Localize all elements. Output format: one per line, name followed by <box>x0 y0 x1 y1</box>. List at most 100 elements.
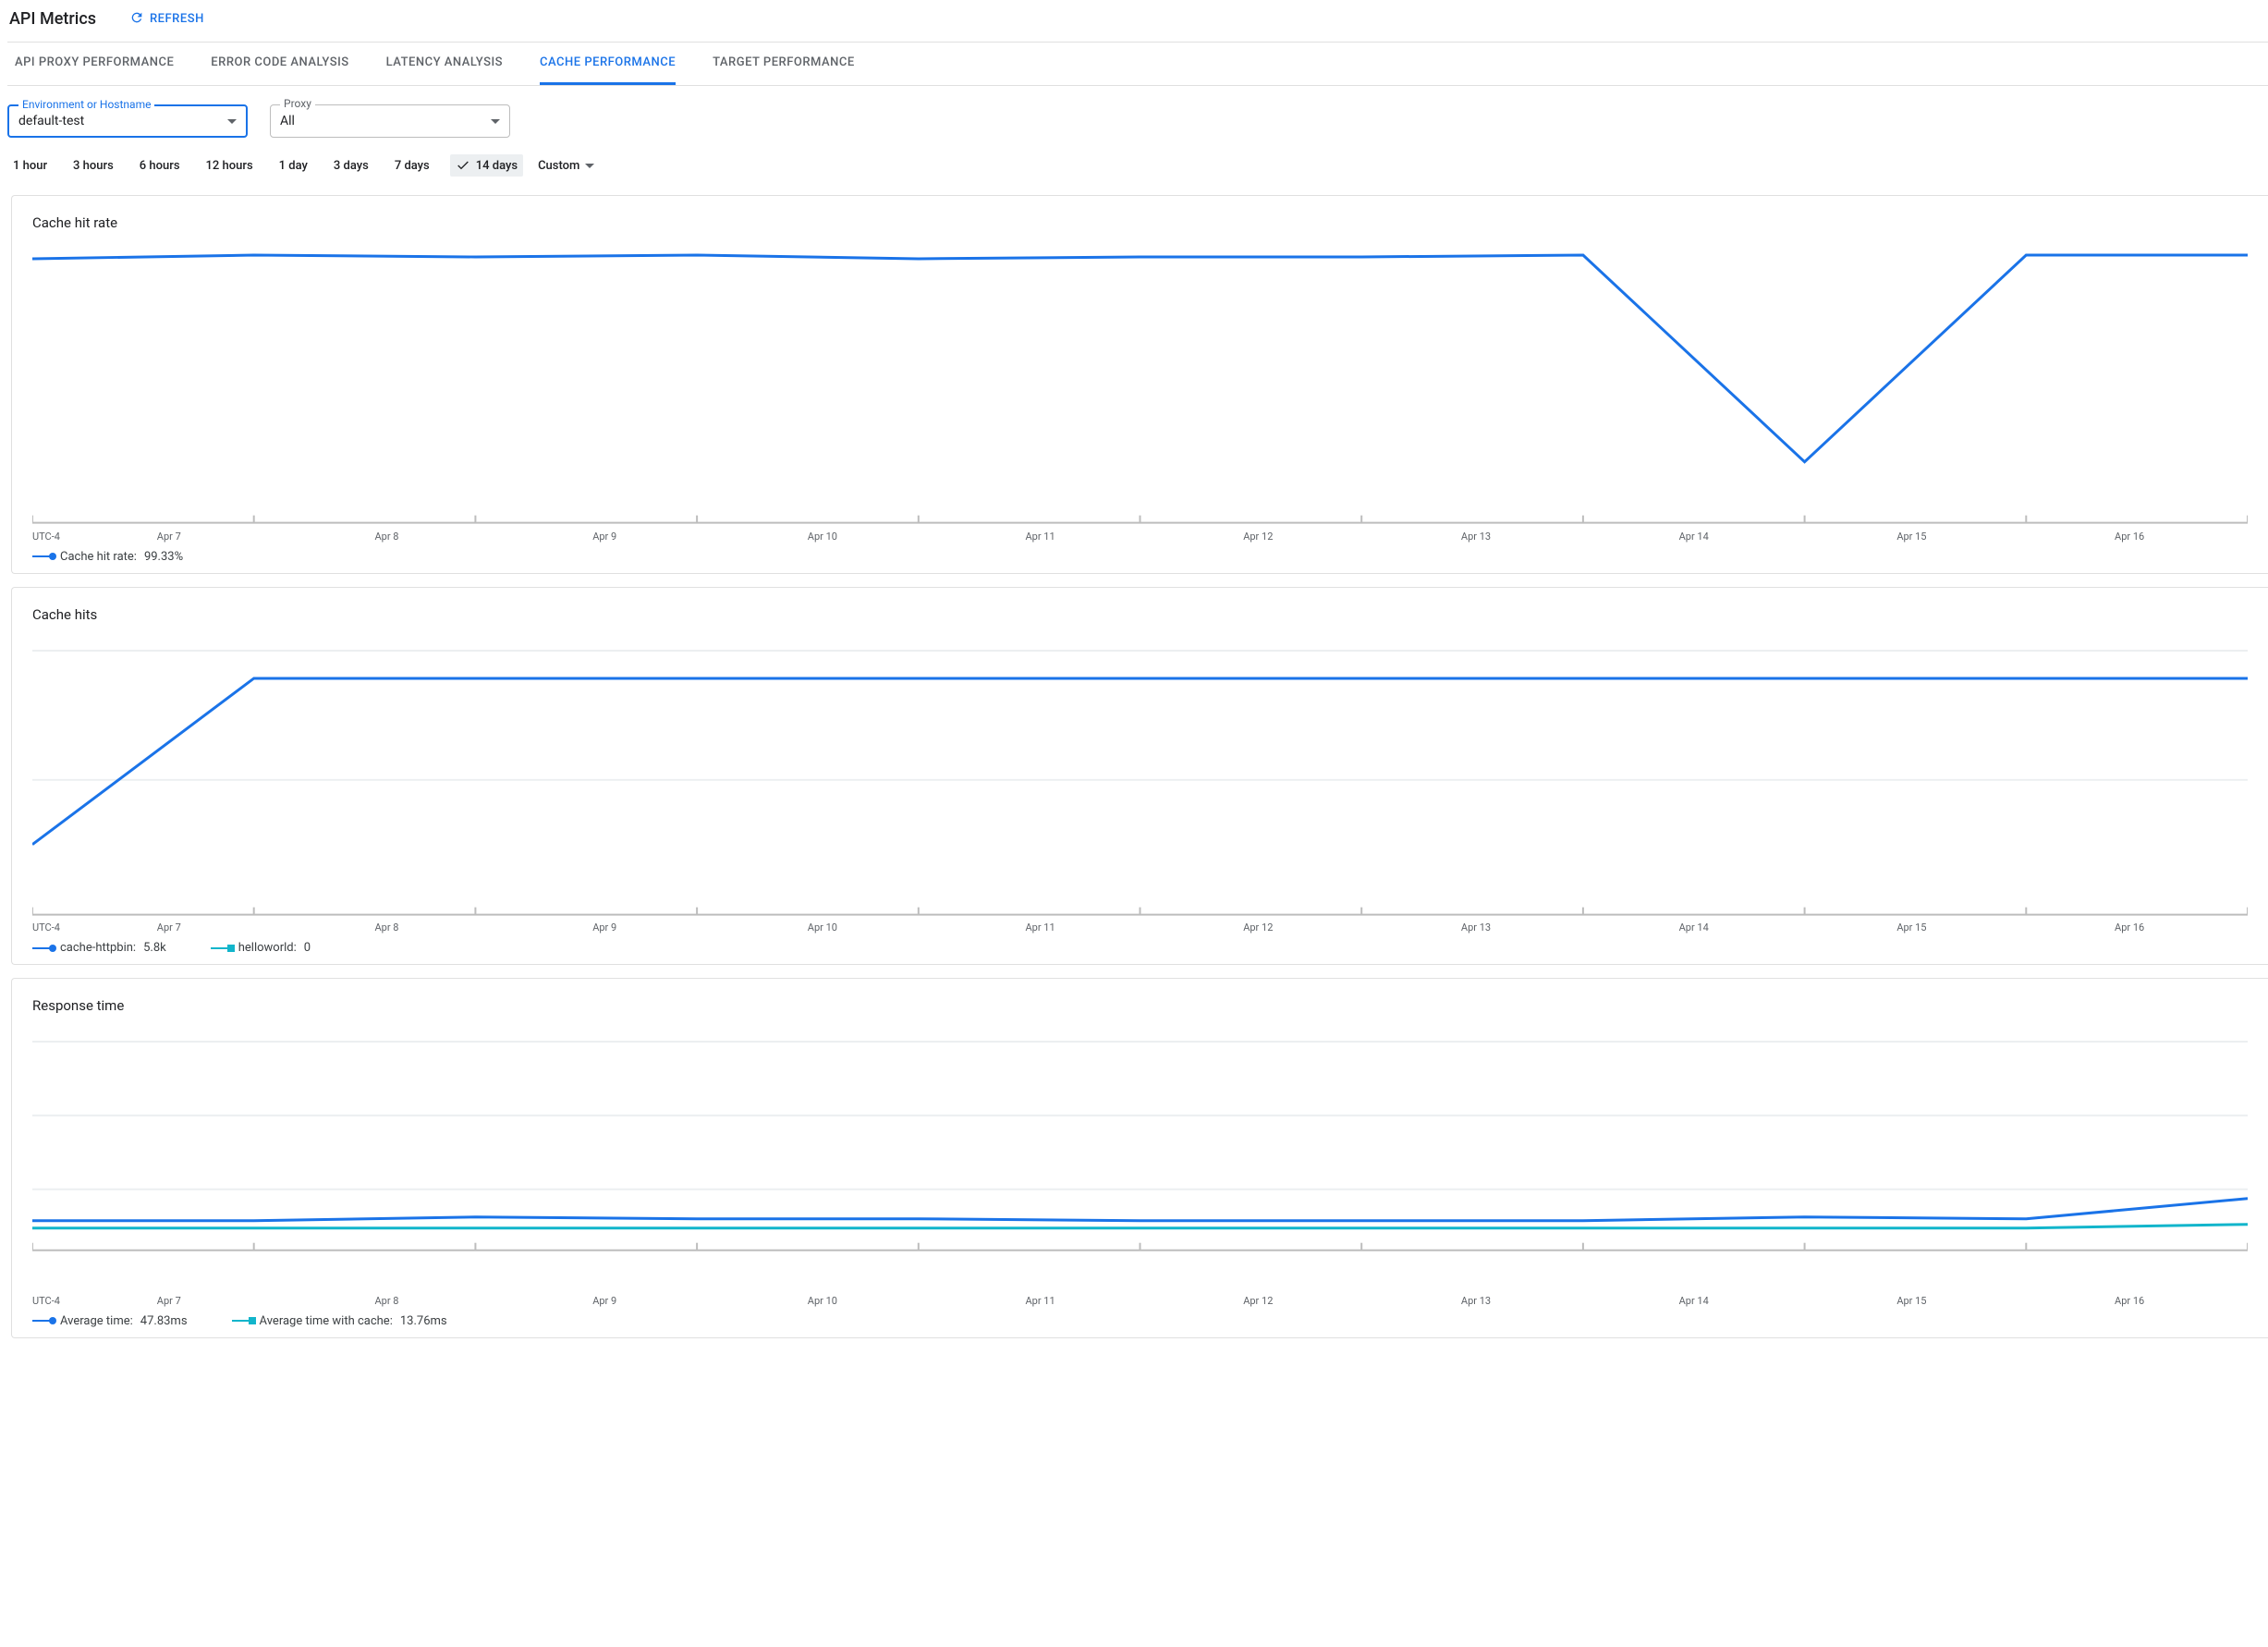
refresh-button[interactable]: REFRESH <box>129 10 204 29</box>
time-range-6h[interactable]: 6 hours <box>134 155 186 177</box>
axis-tick: Apr 9 <box>495 1295 713 1307</box>
legend-marker-icon <box>32 947 53 949</box>
axis-tick: Apr 13 <box>1367 921 1585 933</box>
chart-axis: UTC-4 Apr 7 Apr 8 Apr 9 Apr 10 Apr 11 Ap… <box>32 1295 2248 1307</box>
axis-tick: Apr 7 <box>60 921 278 933</box>
legend-label: cache-httpbin: <box>60 941 136 955</box>
chevron-down-icon <box>491 119 500 124</box>
axis-tick: Apr 13 <box>1367 531 1585 543</box>
filters-row: Environment or Hostname default-test Pro… <box>7 86 2268 145</box>
axis-tick: Apr 15 <box>1803 531 2021 543</box>
axis-tick: Apr 9 <box>495 531 713 543</box>
legend-marker-icon <box>32 555 53 557</box>
legend-marker-icon <box>32 1320 53 1322</box>
axis-tick: Apr 11 <box>932 921 1150 933</box>
axis-tick: Apr 10 <box>713 1295 932 1307</box>
axis-tick: Apr 16 <box>2020 921 2238 933</box>
legend-label: Cache hit rate: <box>60 550 137 564</box>
time-range-3h[interactable]: 3 hours <box>67 155 119 177</box>
axis-tick: Apr 15 <box>1803 1295 2021 1307</box>
page-header: API Metrics REFRESH <box>7 9 2268 42</box>
chart-legend: Average time: 47.83ms Average time with … <box>32 1307 2248 1328</box>
axis-tick: Apr 9 <box>495 921 713 933</box>
check-icon <box>456 158 470 173</box>
legend-value: 13.76ms <box>400 1314 447 1328</box>
chart-axis: UTC-4 Apr 7 Apr 8 Apr 9 Apr 10 Apr 11 Ap… <box>32 921 2248 933</box>
chart-plot-cache-hit-rate <box>32 250 2248 527</box>
chart-card-cache-hits: Cache hits UTC-4 Apr 7 Apr 8 Apr 9 Apr 1… <box>11 587 2268 966</box>
proxy-value: All <box>280 114 295 128</box>
axis-tick: Apr 11 <box>932 531 1150 543</box>
time-range-custom-label: Custom <box>538 159 579 173</box>
time-range-3d[interactable]: 3 days <box>328 155 374 177</box>
axis-tick: Apr 8 <box>278 531 496 543</box>
chart-title: Response time <box>32 997 2248 1014</box>
time-range-row: 1 hour 3 hours 6 hours 12 hours 1 day 3 … <box>7 145 2268 182</box>
chart-title: Cache hits <box>32 606 2248 623</box>
axis-tick: Apr 7 <box>60 531 278 543</box>
legend-item-average-time[interactable]: Average time: 47.83ms <box>32 1314 188 1328</box>
tab-latency-analysis[interactable]: LATENCY ANALYSIS <box>386 55 503 85</box>
legend-item-helloworld[interactable]: helloworld: 0 <box>211 941 311 955</box>
legend-value: 0 <box>304 941 311 955</box>
time-range-1d[interactable]: 1 day <box>274 155 313 177</box>
axis-tick: Apr 12 <box>1149 1295 1367 1307</box>
axis-tick: Apr 16 <box>2020 1295 2238 1307</box>
legend-marker-icon <box>232 1320 252 1322</box>
legend-item-average-time-with-cache[interactable]: Average time with cache: 13.76ms <box>232 1314 447 1328</box>
legend-value: 99.33% <box>144 550 183 564</box>
axis-tick: Apr 11 <box>932 1295 1150 1307</box>
axis-tick: Apr 8 <box>278 921 496 933</box>
tab-api-proxy-performance[interactable]: API PROXY PERFORMANCE <box>15 55 174 85</box>
axis-tick: Apr 10 <box>713 531 932 543</box>
chevron-down-icon <box>585 164 594 168</box>
axis-tick: Apr 12 <box>1149 531 1367 543</box>
refresh-icon <box>129 10 144 29</box>
chevron-down-icon <box>227 119 237 124</box>
refresh-label: REFRESH <box>150 12 204 26</box>
legend-item-cache-hit-rate[interactable]: Cache hit rate: 99.33% <box>32 550 183 564</box>
legend-label: Average time: <box>60 1314 133 1328</box>
axis-tick: Apr 14 <box>1585 921 1803 933</box>
chart-title: Cache hit rate <box>32 214 2248 231</box>
axis-tick: Apr 14 <box>1585 531 1803 543</box>
time-range-1h[interactable]: 1 hour <box>7 155 53 177</box>
chart-legend: cache-httpbin: 5.8k helloworld: 0 <box>32 933 2248 955</box>
tab-cache-performance[interactable]: CACHE PERFORMANCE <box>540 55 676 85</box>
axis-tick: Apr 15 <box>1803 921 2021 933</box>
chart-card-response-time: Response time UTC-4 Apr 7 Apr 8 Apr 9 Ap… <box>11 978 2268 1338</box>
legend-label: helloworld: <box>238 941 297 955</box>
axis-tick: Apr 13 <box>1367 1295 1585 1307</box>
axis-tick: Apr 8 <box>278 1295 496 1307</box>
time-range-12h[interactable]: 12 hours <box>201 155 259 177</box>
chart-legend: Cache hit rate: 99.33% <box>32 543 2248 564</box>
axis-tick: Apr 12 <box>1149 921 1367 933</box>
legend-label: Average time with cache: <box>260 1314 393 1328</box>
environment-select[interactable]: Environment or Hostname default-test <box>7 104 248 138</box>
axis-tick: Apr 7 <box>60 1295 278 1307</box>
chart-axis: UTC-4 Apr 7 Apr 8 Apr 9 Apr 10 Apr 11 Ap… <box>32 531 2248 543</box>
chart-plot-response-time <box>32 1032 2248 1291</box>
tabs: API PROXY PERFORMANCE ERROR CODE ANALYSI… <box>7 43 2268 86</box>
legend-value: 47.83ms <box>140 1314 188 1328</box>
proxy-select[interactable]: Proxy All <box>270 104 510 138</box>
chart-plot-cache-hits <box>32 641 2248 919</box>
environment-value: default-test <box>18 114 84 128</box>
time-range-7d[interactable]: 7 days <box>389 155 435 177</box>
environment-label: Environment or Hostname <box>18 98 154 111</box>
axis-tick: Apr 10 <box>713 921 932 933</box>
tab-target-performance[interactable]: TARGET PERFORMANCE <box>713 55 855 85</box>
time-range-14d-label: 14 days <box>476 159 518 173</box>
axis-tz: UTC-4 <box>32 921 60 933</box>
page-title: API Metrics <box>9 9 96 29</box>
time-range-custom[interactable]: Custom <box>538 159 594 173</box>
legend-item-cache-httpbin[interactable]: cache-httpbin: 5.8k <box>32 941 166 955</box>
legend-marker-icon <box>211 947 231 949</box>
axis-tick: Apr 14 <box>1585 1295 1803 1307</box>
chart-card-cache-hit-rate: Cache hit rate UTC-4 Apr 7 Apr 8 Apr 9 A… <box>11 195 2268 574</box>
time-range-14d[interactable]: 14 days <box>450 154 523 177</box>
tab-error-code-analysis[interactable]: ERROR CODE ANALYSIS <box>211 55 348 85</box>
axis-tz: UTC-4 <box>32 1295 60 1307</box>
axis-tick: Apr 16 <box>2020 531 2238 543</box>
proxy-label: Proxy <box>280 97 315 110</box>
